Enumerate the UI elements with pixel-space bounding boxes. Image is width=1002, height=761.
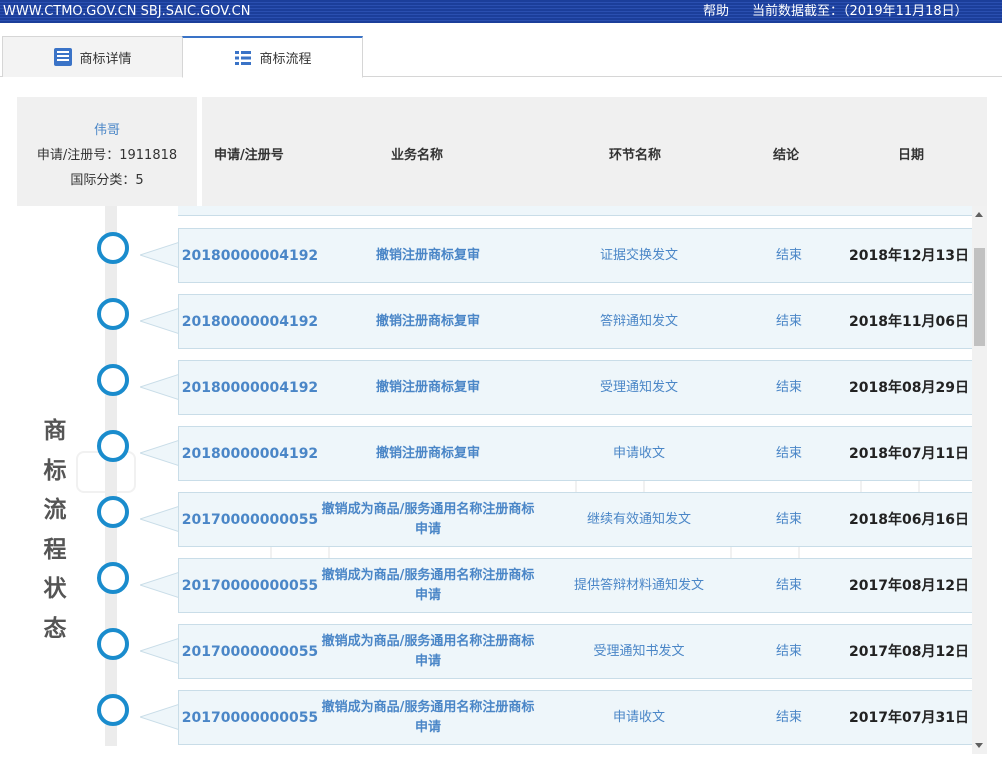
timeline-node-icon	[97, 496, 129, 528]
registration-number-cell: 20180000004192	[181, 247, 319, 264]
business-name-cell: 撤销成为商品/服务通用名称注册商标申请	[321, 633, 535, 669]
trademark-info: 伟哥 申请/注册号：1911818 国际分类：5	[17, 97, 197, 206]
table-header: 申请/注册号 业务名称 环节名称 结论 日期	[202, 97, 987, 206]
date-cell: 2018年06月16日	[849, 511, 969, 528]
result-cell: 结束	[775, 445, 802, 461]
date-cell: 2017年08月12日	[849, 577, 969, 594]
timeline-node-icon	[97, 562, 129, 594]
trademark-name: 伟哥	[93, 123, 120, 138]
result-cell: 结束	[775, 247, 802, 263]
row-pointer	[138, 505, 181, 533]
row-pointer	[138, 373, 181, 401]
result-cell: 结束	[775, 511, 802, 527]
registration-number-cell: 20170000000055	[181, 577, 319, 594]
timeline-node-icon	[97, 628, 129, 660]
business-name-cell: 撤销成为商品/服务通用名称注册商标申请	[321, 699, 535, 735]
business-name-cell: 撤销成为商品/服务通用名称注册商标申请	[321, 567, 535, 603]
result-cell: 结束	[775, 379, 802, 395]
business-name-cell: 撤销注册商标复审	[375, 445, 480, 461]
table-row[interactable]: 20170000000055 撤销成为商品/服务通用名称注册商标申请 受理通知书发文…	[178, 624, 972, 679]
header-registration-number: 申请/注册号	[214, 148, 284, 163]
date-cell: 2018年08月29日	[849, 379, 969, 396]
header-result: 结论	[773, 148, 800, 163]
date-cell: 2018年07月11日	[849, 445, 969, 462]
step-name-cell: 受理通知发文	[599, 379, 678, 395]
step-name-cell: 继续有效通知发文	[586, 511, 691, 527]
row-pointer	[138, 637, 181, 665]
international-class: 国际分类：5	[70, 173, 144, 188]
scrollbar-thumb[interactable]	[974, 248, 985, 346]
timeline-node-icon	[97, 232, 129, 264]
step-name-cell: 提供答辩材料通知发文	[573, 577, 704, 593]
title-char: 流	[43, 497, 67, 523]
tab-label: 商标详情	[79, 51, 132, 67]
site-url: WWW.CTMO.GOV.CN SBJ.SAIC.GOV.CN	[3, 4, 251, 19]
header-date: 日期	[898, 148, 925, 163]
partial-row	[178, 206, 972, 216]
header-business-name: 业务名称	[391, 148, 444, 163]
help-link[interactable]: 帮助	[703, 0, 729, 23]
timeline-node-icon	[97, 430, 129, 462]
business-name-cell: 撤销注册商标复审	[375, 379, 480, 395]
step-name-cell: 答辩通知发文	[599, 313, 678, 329]
row-pointer	[138, 241, 181, 269]
document-icon	[53, 47, 73, 67]
timeline-rail	[105, 206, 117, 746]
title-char: 状	[43, 576, 67, 602]
result-cell: 结束	[775, 577, 802, 593]
result-cell: 结束	[775, 709, 802, 725]
step-name-cell: 证据交换发文	[599, 247, 678, 263]
tab-trademark-details[interactable]: 商标详情	[2, 36, 183, 77]
timeline-node-icon	[97, 694, 129, 726]
step-name-cell: 受理通知书发文	[593, 643, 685, 659]
tab-bar: 商标详情 商标流程	[0, 33, 1002, 78]
table-row[interactable]: 20180000004192 撤销注册商标复审 答辩通知发文 结束 2018年11月06…	[178, 294, 972, 349]
business-name-cell: 撤销成为商品/服务通用名称注册商标申请	[321, 501, 535, 537]
registration-number-cell: 20170000000055	[181, 643, 319, 660]
scroll-up-icon[interactable]	[975, 212, 983, 217]
table-row[interactable]: 20180000004192 撤销注册商标复审 受理通知发文 结束 2018年08月29…	[178, 360, 972, 415]
scrollbar[interactable]	[972, 206, 987, 754]
table-row[interactable]: 20180000004192 撤销注册商标复审 申请收文 结束 2018年07月11日	[178, 426, 972, 481]
registration-number-cell: 20180000004192	[181, 313, 319, 330]
title-char: 态	[43, 615, 67, 642]
row-pointer	[138, 307, 181, 335]
date-cell: 2017年08月12日	[849, 643, 969, 660]
step-name-cell: 申请收文	[612, 709, 665, 725]
vertical-title: 商 标 流 程 状 态	[40, 412, 70, 649]
registration-number-cell: 20180000004192	[181, 379, 319, 396]
date-cell: 2018年11月06日	[849, 313, 969, 330]
table-row[interactable]: 20180000004192 撤销注册商标复审 证据交换发文 结束 2018年12月13…	[178, 228, 972, 283]
date-cell: 2018年12月13日	[849, 247, 969, 264]
tab-label: 商标流程	[259, 52, 312, 67]
title-char: 标	[43, 457, 67, 484]
row-pointer	[138, 703, 181, 731]
title-char: 商	[43, 418, 67, 444]
timeline-node-icon	[97, 298, 129, 330]
tab-trademark-process[interactable]: 商标流程	[182, 36, 363, 78]
table-row[interactable]: 20170000000055 撤销成为商品/服务通用名称注册商标申请 申请收文 结束 2…	[178, 690, 972, 745]
row-pointer	[138, 439, 181, 467]
table-row[interactable]: 20170000000055 撤销成为商品/服务通用名称注册商标申请 继续有效通知发…	[178, 492, 972, 547]
result-cell: 结束	[775, 313, 802, 329]
registration-number-cell: 20170000000055	[181, 709, 319, 726]
registration-number-cell: 20180000004192	[181, 445, 319, 462]
header-step-name: 环节名称	[609, 148, 662, 163]
table-row[interactable]: 20170000000055 撤销成为商品/服务通用名称注册商标申请 提供答辩材料通…	[178, 558, 972, 613]
title-char: 程	[43, 536, 67, 563]
list-icon	[233, 48, 253, 68]
scroll-down-icon[interactable]	[975, 743, 983, 748]
timeline-node-icon	[97, 364, 129, 396]
business-name-cell: 撤销注册商标复审	[375, 313, 480, 329]
result-cell: 结束	[775, 643, 802, 659]
registration-number-cell: 20170000000055	[181, 511, 319, 528]
top-bar: WWW.CTMO.GOV.CN SBJ.SAIC.GOV.CN 帮助 当前数据截…	[0, 0, 1002, 23]
business-name-cell: 撤销注册商标复审	[375, 247, 480, 263]
date-cell: 2017年07月31日	[849, 709, 969, 726]
step-name-cell: 申请收文	[612, 445, 665, 461]
registration-number: 申请/注册号：1911818	[36, 148, 178, 163]
data-as-of: 当前数据截至：（2019年11月18日）	[752, 4, 968, 19]
row-pointer	[138, 571, 181, 599]
